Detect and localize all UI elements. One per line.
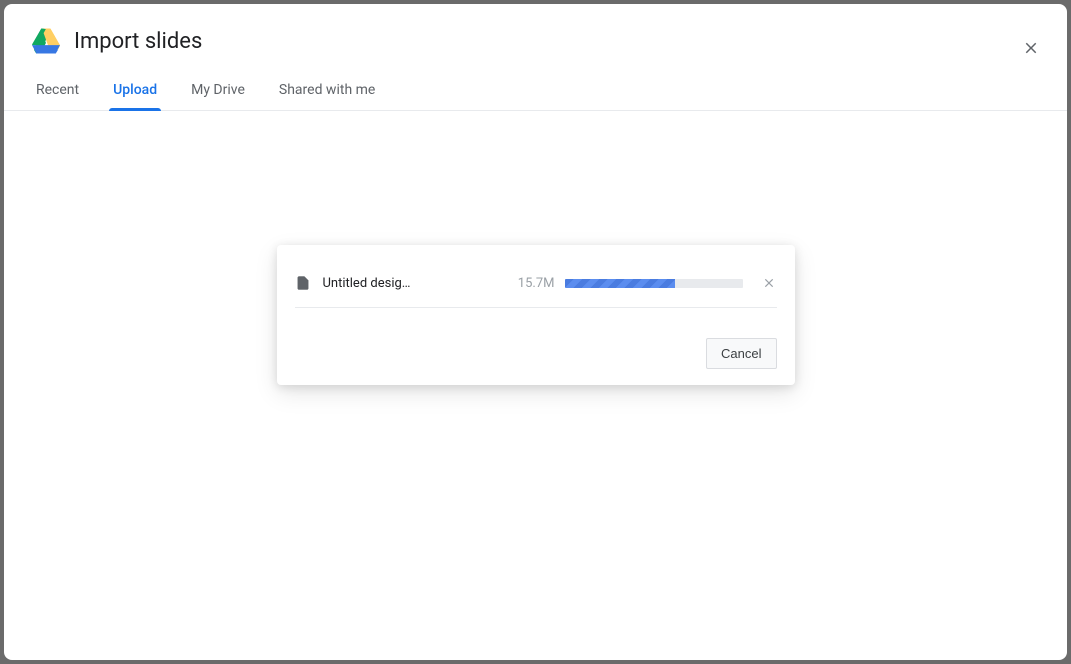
remove-file-button[interactable]: [761, 275, 777, 291]
cancel-button[interactable]: Cancel: [706, 338, 776, 369]
tab-recent[interactable]: Recent: [32, 82, 83, 110]
tab-my-drive[interactable]: My Drive: [187, 82, 249, 110]
tabs-bar: Recent Upload My Drive Shared with me: [4, 62, 1067, 111]
tab-upload[interactable]: Upload: [109, 82, 161, 110]
close-button[interactable]: [1015, 32, 1047, 64]
upload-panel-footer: Cancel: [295, 308, 777, 369]
cancel-upload-icon: [762, 276, 776, 290]
upload-file-name: Untitled desig…: [323, 276, 463, 291]
upload-progress-bar: [565, 279, 743, 288]
dialog-content: Untitled desig… 15.7M Cancel: [4, 111, 1067, 637]
drive-logo-icon: [32, 28, 60, 54]
upload-file-row: Untitled desig… 15.7M: [295, 263, 777, 308]
import-slides-dialog: Import slides Recent Upload My Drive Sha…: [4, 4, 1067, 660]
close-icon: [1022, 39, 1040, 57]
dialog-title: Import slides: [74, 29, 202, 54]
tab-shared-with-me[interactable]: Shared with me: [275, 82, 379, 110]
dialog-header: Import slides: [4, 4, 1067, 62]
file-icon: [295, 273, 311, 293]
upload-progress-fill: [565, 279, 675, 288]
upload-file-size: 15.7M: [518, 276, 555, 291]
upload-progress-panel: Untitled desig… 15.7M Cancel: [277, 245, 795, 385]
